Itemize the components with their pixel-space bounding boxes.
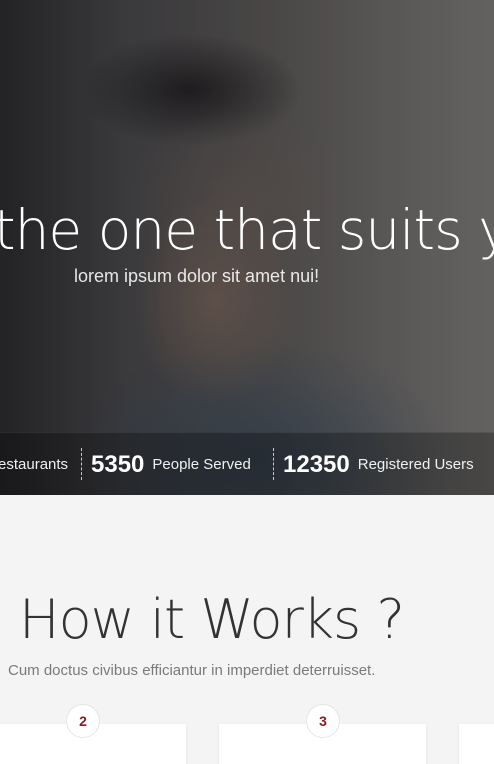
hero-headline: the one that suits you	[0, 198, 494, 262]
step-number-badge: 3	[306, 704, 340, 738]
step-card[interactable]	[459, 724, 494, 764]
stat-people-served: 5350 People Served	[91, 433, 251, 495]
stat-divider	[81, 448, 82, 480]
stat-divider	[273, 448, 274, 480]
stat-label: People Served	[152, 456, 251, 473]
stat-label: Registered Users	[357, 456, 474, 473]
stat-number: 5350	[91, 450, 145, 478]
stat-label: estaurants	[0, 456, 69, 473]
hero-section: the one that suits you lorem ipsum dolor…	[0, 0, 494, 495]
stat-registered-users: 12350 Registered Users	[283, 433, 474, 495]
stat-number: 12350	[283, 450, 350, 478]
how-it-works-title: How it Works ?	[19, 588, 405, 651]
how-it-works-subtitle: Cum doctus civibus efficiantur in imperd…	[8, 662, 376, 679]
stat-restaurants: estaurants	[0, 433, 68, 495]
hero-subtitle: lorem ipsum dolor sit amet nui!	[74, 266, 320, 286]
stats-bar: estaurants 5350 People Served 12350 Regi…	[0, 432, 494, 495]
step-number-badge: 2	[66, 704, 100, 738]
